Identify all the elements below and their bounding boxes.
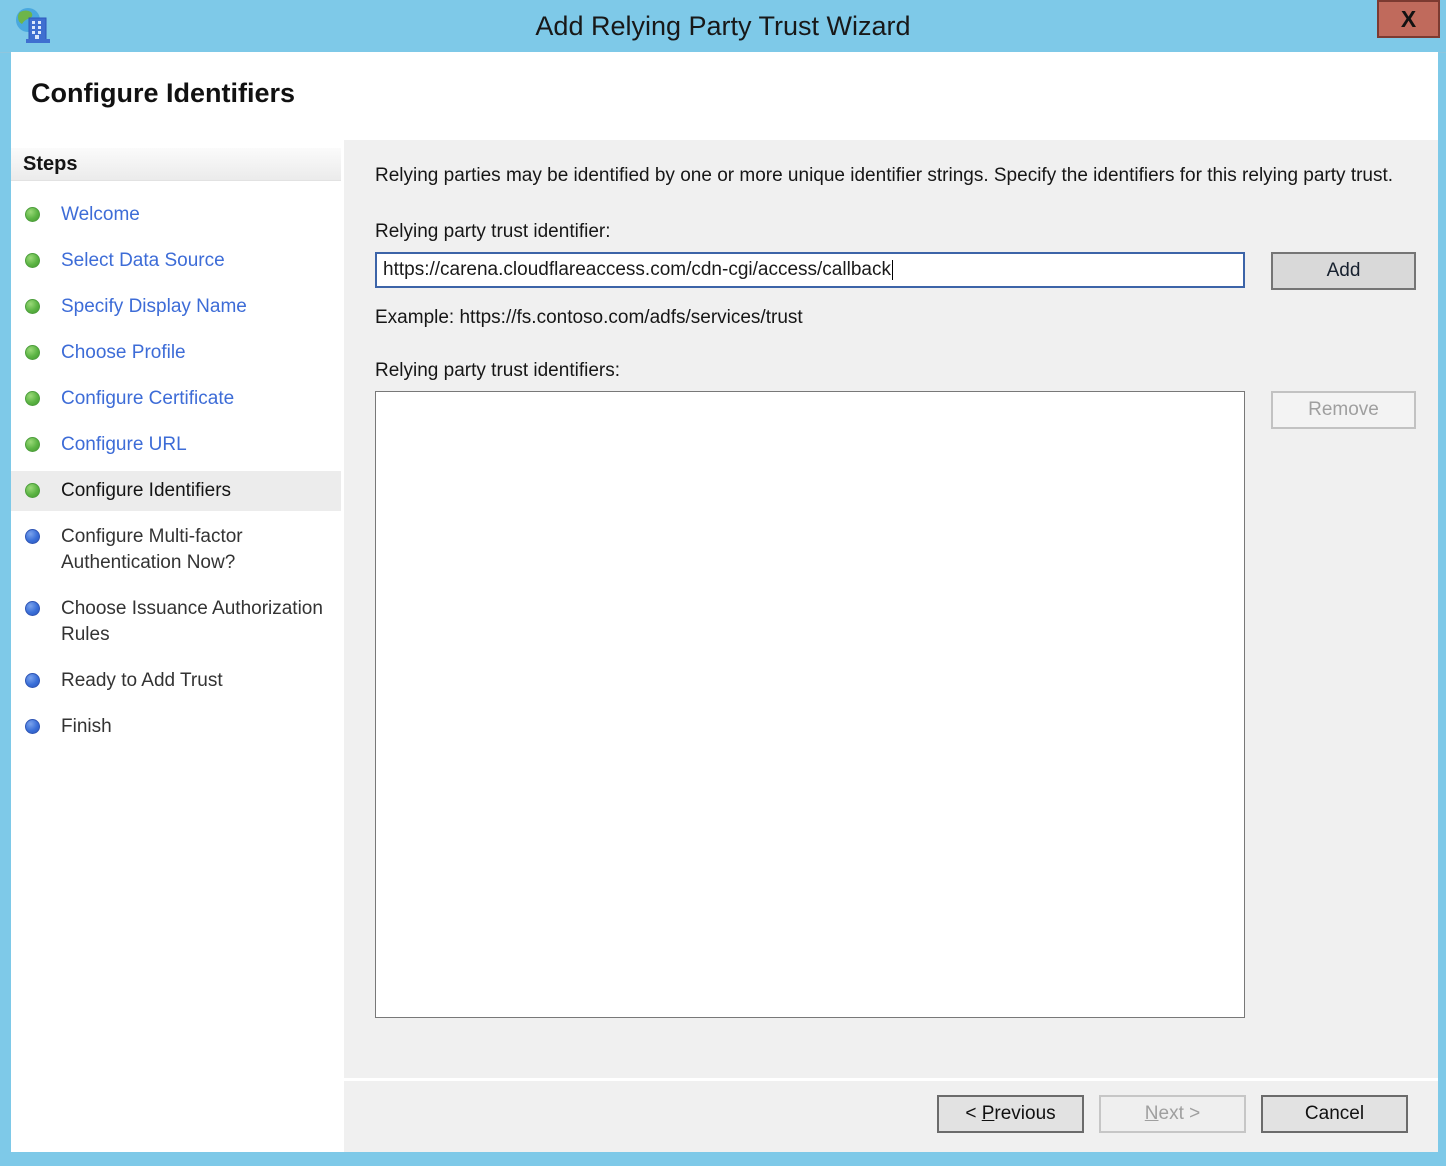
previous-button-accelerator: P <box>982 1103 995 1124</box>
text-caret <box>892 260 893 280</box>
identifiers-list-row: Remove <box>375 391 1438 1018</box>
step-label: Specify Display Name <box>61 296 247 317</box>
step-label: Finish <box>61 716 112 737</box>
page-title: Configure Identifiers <box>31 78 295 109</box>
step-item: Choose Issuance Authorization Rules <box>11 589 341 655</box>
next-button[interactable]: Next > <box>1099 1095 1246 1133</box>
step-label: Ready to Add Trust <box>61 670 223 691</box>
steps-list: Welcome Select Data Source Specify Displ… <box>11 195 341 747</box>
window-title: Add Relying Party Trust Wizard <box>0 0 1446 52</box>
identifiers-listbox[interactable] <box>375 391 1245 1018</box>
main-panel: Relying parties may be identified by one… <box>344 140 1438 1152</box>
step-status-dot <box>25 253 40 268</box>
previous-button-text: revious <box>994 1103 1055 1124</box>
identifier-input-value: https://carena.cloudflareaccess.com/cdn-… <box>383 259 891 280</box>
step-label: Choose Issuance Authorization Rules <box>61 598 323 645</box>
identifier-input-row: https://carena.cloudflareaccess.com/cdn-… <box>375 252 1438 290</box>
step-item[interactable]: Choose Profile <box>11 333 341 373</box>
remove-button[interactable]: Remove <box>1271 391 1416 429</box>
step-label: Select Data Source <box>61 250 225 271</box>
step-label: Welcome <box>61 204 140 225</box>
add-button[interactable]: Add <box>1271 252 1416 290</box>
step-item[interactable]: Welcome <box>11 195 341 235</box>
step-status-dot <box>25 719 40 734</box>
step-status-dot <box>25 391 40 406</box>
step-status-dot <box>25 345 40 360</box>
main-content: Relying parties may be identified by one… <box>344 140 1438 1018</box>
footer-bar: < Previous Next > Cancel <box>344 1078 1438 1152</box>
step-status-dot <box>25 529 40 544</box>
step-status-dot <box>25 601 40 616</box>
step-item[interactable]: Select Data Source <box>11 241 341 281</box>
cancel-button[interactable]: Cancel <box>1261 1095 1408 1133</box>
step-status-dot <box>25 207 40 222</box>
identifier-input[interactable]: https://carena.cloudflareaccess.com/cdn-… <box>375 252 1245 288</box>
step-label: Configure Identifiers <box>61 480 231 501</box>
wizard-window: { "window": { "title": "Add Relying Part… <box>0 0 1446 1166</box>
steps-header: Steps <box>11 148 341 181</box>
step-item[interactable]: Configure Certificate <box>11 379 341 419</box>
step-label: Configure Certificate <box>61 388 234 409</box>
steps-sidebar: Steps Welcome Select Data Source Specify… <box>11 140 341 1152</box>
previous-button-prefix: < <box>965 1103 981 1124</box>
content-frame: Configure Identifiers Steps Welcome Sele… <box>11 52 1438 1152</box>
step-status-dot <box>25 299 40 314</box>
identifiers-list-label: Relying party trust identifiers: <box>375 360 1438 382</box>
page-header: Configure Identifiers <box>11 52 1438 140</box>
step-label: Configure URL <box>61 434 187 455</box>
step-label: Configure Multi-factor Authentication No… <box>61 526 243 573</box>
example-text: Example: https://fs.contoso.com/adfs/ser… <box>375 307 1438 329</box>
step-status-dot <box>25 673 40 688</box>
next-button-text: ext > <box>1159 1103 1201 1124</box>
step-item[interactable]: Configure URL <box>11 425 341 465</box>
previous-button[interactable]: < Previous <box>937 1095 1084 1133</box>
step-item: Configure Identifiers <box>11 471 341 511</box>
step-item: Ready to Add Trust <box>11 661 341 701</box>
step-status-dot <box>25 437 40 452</box>
titlebar: Add Relying Party Trust Wizard X <box>0 0 1446 53</box>
close-button[interactable]: X <box>1377 0 1440 38</box>
step-item: Finish <box>11 707 341 747</box>
identifier-label: Relying party trust identifier: <box>375 221 1438 243</box>
step-item: Configure Multi-factor Authentication No… <box>11 517 341 583</box>
footer-buttons: < Previous Next > Cancel <box>937 1095 1408 1133</box>
step-item[interactable]: Specify Display Name <box>11 287 341 327</box>
next-button-accelerator: N <box>1145 1103 1159 1124</box>
step-label: Choose Profile <box>61 342 186 363</box>
intro-text: Relying parties may be identified by one… <box>375 162 1405 190</box>
step-status-dot <box>25 483 40 498</box>
